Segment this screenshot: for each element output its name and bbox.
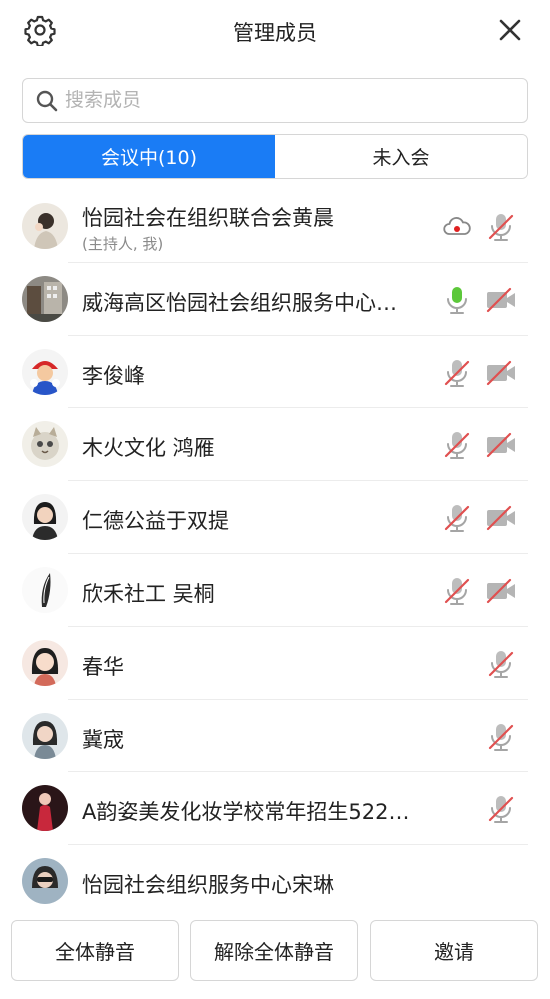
mic-muted-icon[interactable] bbox=[484, 720, 518, 754]
avatar bbox=[22, 785, 68, 832]
avatar bbox=[22, 639, 68, 686]
member-name: 怡园社会组织服务中心宋琳 bbox=[82, 873, 334, 898]
tab-in-meeting[interactable]: 会议中(10) bbox=[23, 135, 275, 178]
list-item[interactable]: 威海高区怡园社会组织服务中心… bbox=[0, 263, 550, 336]
list-item[interactable]: 欣禾社工 吴桐 bbox=[0, 554, 550, 627]
mic-muted-icon[interactable] bbox=[440, 501, 474, 535]
mic-muted-icon[interactable] bbox=[440, 428, 474, 462]
camera-off-icon[interactable] bbox=[484, 356, 518, 390]
list-item[interactable]: 冀宬 bbox=[0, 700, 550, 773]
invite-button[interactable]: 邀请 bbox=[370, 920, 538, 981]
header-bar: 管理成员 bbox=[0, 0, 550, 62]
mute-all-button[interactable]: 全体静音 bbox=[11, 920, 179, 981]
avatar bbox=[22, 421, 68, 468]
mic-muted-icon[interactable] bbox=[484, 647, 518, 681]
mic-muted-icon[interactable] bbox=[484, 210, 518, 244]
tab-not-joined[interactable]: 未入会 bbox=[275, 135, 527, 178]
unmute-all-button[interactable]: 解除全体静音 bbox=[190, 920, 358, 981]
mic-muted-icon[interactable] bbox=[440, 356, 474, 390]
avatar bbox=[22, 566, 68, 613]
member-name: 仁德公益于双提 bbox=[82, 509, 229, 534]
member-name: 冀宬 bbox=[82, 727, 124, 752]
avatar bbox=[22, 348, 68, 395]
search-input[interactable] bbox=[65, 79, 505, 121]
camera-off-icon[interactable] bbox=[484, 283, 518, 317]
list-item[interactable]: 木火文化 鸿雁 bbox=[0, 408, 550, 482]
cloud-record-icon[interactable] bbox=[440, 210, 474, 244]
member-name: 威海高区怡园社会组织服务中心… bbox=[82, 290, 397, 315]
footer-actions: 全体静音 解除全体静音 邀请 bbox=[0, 910, 550, 999]
camera-off-icon[interactable] bbox=[484, 428, 518, 462]
member-name: 李俊峰 bbox=[82, 363, 145, 388]
search-icon bbox=[36, 90, 58, 112]
camera-off-icon[interactable] bbox=[484, 501, 518, 535]
avatar bbox=[22, 203, 68, 249]
member-name: 欣禾社工 吴桐 bbox=[82, 581, 215, 606]
member-list[interactable]: 怡园社会在组织联合会黄晨 (主持人, 我) 威海高区怡园社会组织服务中心… 李俊… bbox=[0, 190, 550, 908]
list-item[interactable]: 春华 bbox=[0, 627, 550, 700]
member-tabs: 会议中(10) 未入会 bbox=[22, 134, 528, 179]
list-item[interactable]: 李俊峰 bbox=[0, 336, 550, 409]
member-role: (主持人, 我) bbox=[82, 235, 164, 253]
mic-muted-icon[interactable] bbox=[484, 792, 518, 826]
list-item[interactable]: 怡园社会在组织联合会黄晨 (主持人, 我) bbox=[0, 190, 550, 263]
member-name: 春华 bbox=[82, 654, 124, 679]
close-icon[interactable] bbox=[496, 16, 524, 44]
search-box bbox=[22, 78, 528, 123]
mic-active-icon[interactable] bbox=[440, 283, 474, 317]
member-name: 怡园社会在组织联合会黄晨 bbox=[82, 206, 334, 230]
list-item[interactable]: 怡园社会组织服务中心宋琳 bbox=[0, 845, 550, 908]
avatar bbox=[22, 712, 68, 759]
member-name: A韵姿美发化妆学校常年招生5226776 bbox=[82, 800, 422, 825]
page-title: 管理成员 bbox=[233, 21, 317, 45]
avatar bbox=[22, 494, 68, 541]
camera-off-icon[interactable] bbox=[484, 574, 518, 608]
member-name: 木火文化 鸿雁 bbox=[82, 436, 215, 461]
avatar bbox=[22, 858, 68, 905]
list-item[interactable]: A韵姿美发化妆学校常年招生5226776 bbox=[0, 772, 550, 846]
mic-muted-icon[interactable] bbox=[440, 574, 474, 608]
avatar bbox=[22, 275, 68, 322]
list-item[interactable]: 仁德公益于双提 bbox=[0, 481, 550, 554]
